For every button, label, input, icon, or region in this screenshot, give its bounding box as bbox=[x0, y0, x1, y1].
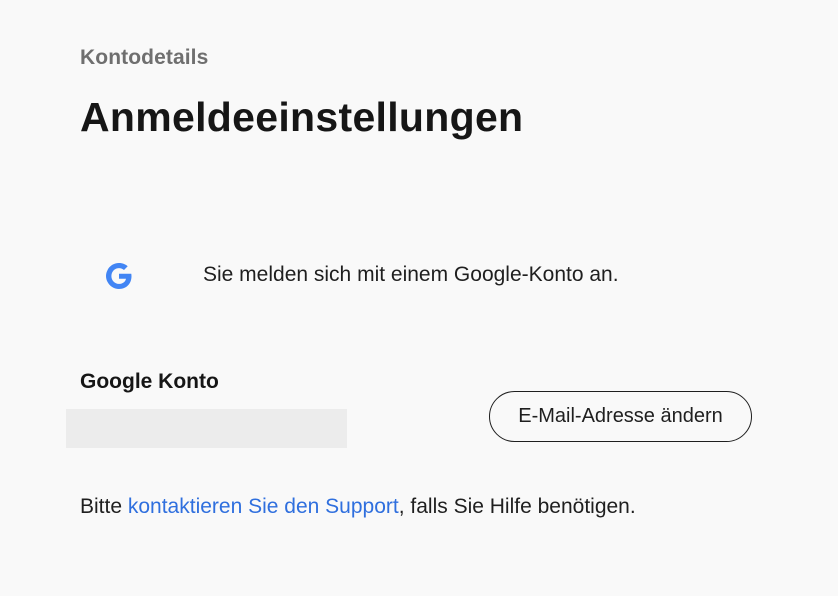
login-settings-page: Kontodetails Anmeldeeinstellungen Sie me… bbox=[0, 0, 838, 596]
help-text-suffix: , falls Sie Hilfe benötigen. bbox=[398, 495, 636, 518]
contact-support-link[interactable]: kontaktieren Sie den Support bbox=[128, 495, 399, 518]
page-title: Anmeldeeinstellungen bbox=[80, 94, 524, 140]
email-value-redacted bbox=[66, 409, 347, 448]
google-icon bbox=[102, 259, 136, 293]
help-text-prefix: Bitte bbox=[80, 495, 128, 518]
account-label: Google Konto bbox=[80, 370, 219, 393]
login-method-row: Sie melden sich mit einem Google-Konto a… bbox=[0, 250, 838, 302]
change-email-button[interactable]: E-Mail-Adresse ändern bbox=[489, 391, 752, 442]
help-text: Bitte kontaktieren Sie den Support, fall… bbox=[80, 495, 636, 519]
login-method-text: Sie melden sich mit einem Google-Konto a… bbox=[203, 263, 619, 286]
breadcrumb[interactable]: Kontodetails bbox=[80, 46, 208, 70]
